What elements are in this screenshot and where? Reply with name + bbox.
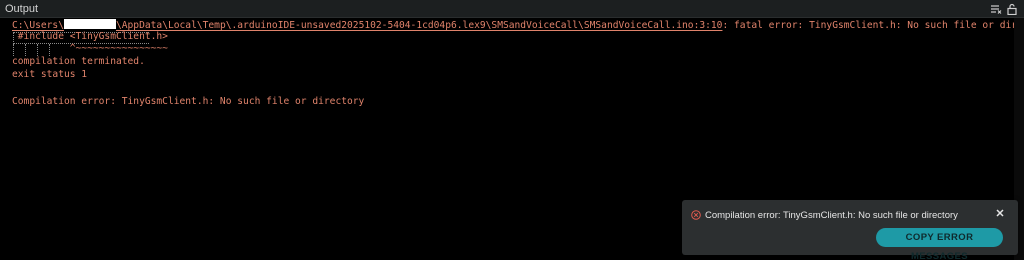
- error-circle-icon: [691, 210, 701, 220]
- path-prefix: C:\Users\: [12, 20, 64, 31]
- redacted-username: [63, 19, 116, 29]
- exit-status-line: exit status 1: [12, 69, 88, 80]
- output-panel: Output C:\Users\ \AppData\Local\Temp\.ard…: [0, 0, 1024, 260]
- notification-message: Compilation error: TinyGsmClient.h: No s…: [705, 210, 958, 221]
- caret-line: ^~~~~~~~~~~~~~~~~: [12, 43, 168, 54]
- include-line: #include <TinyGsmClient.h>: [12, 31, 168, 42]
- terminated-line: compilation terminated.: [12, 56, 145, 67]
- header-toolbar: [990, 2, 1018, 16]
- close-icon[interactable]: [995, 208, 1005, 218]
- fatal-error-text: : fatal error: TinyGsmClient.h: No such …: [722, 20, 1024, 31]
- clear-output-icon[interactable]: [990, 3, 1002, 15]
- error-notification: Compilation error: TinyGsmClient.h: No s…: [682, 200, 1018, 260]
- scroll-lock-icon[interactable]: [1006, 3, 1018, 15]
- compile-error-line: Compilation error: TinyGsmClient.h: No s…: [12, 96, 365, 107]
- panel-title: Output: [5, 3, 39, 15]
- path-suffix: \AppData\Local\Temp\.arduinoIDE-unsaved2…: [115, 20, 723, 31]
- copy-error-messages-button[interactable]: COPY ERROR MESSAGES: [876, 228, 1003, 260]
- error-file-link[interactable]: C:\Users\ \AppData\Local\Temp\.arduinoIDE…: [12, 19, 723, 31]
- output-header: Output: [0, 0, 1024, 18]
